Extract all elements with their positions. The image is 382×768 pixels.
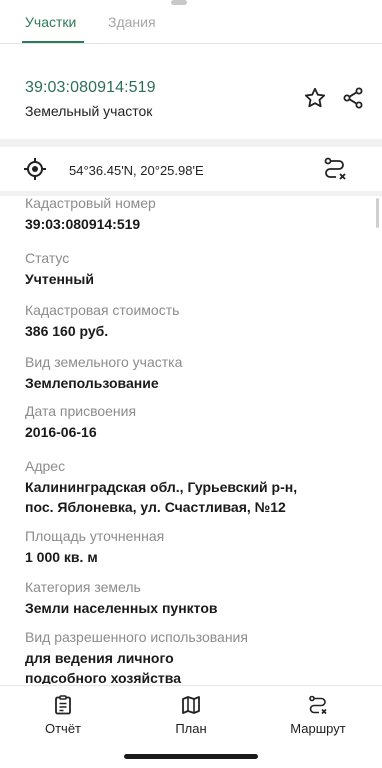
parcel-details: Кадастровый номер 39:03:080914:519 Стату… (25, 194, 370, 684)
field-cadastral-value: Кадастровая стоимость 386 160 руб. (25, 301, 370, 341)
parcel-object-type: Земельный участок (25, 103, 153, 119)
drag-handle[interactable] (171, 0, 187, 5)
scrollbar[interactable] (376, 198, 379, 228)
parcel-cadastral-number[interactable]: 39:03:080914:519 (25, 79, 156, 97)
home-indicator[interactable] (124, 754, 258, 759)
field-value[interactable]: 39:03:080914:519 (25, 214, 370, 234)
route-icon (309, 695, 327, 715)
field-parcel-kind: Вид земельного участка Землепользование (25, 353, 370, 393)
field-status: Статус Учтенный (25, 249, 370, 289)
field-cadastral-number: Кадастровый номер 39:03:080914:519 (25, 194, 370, 234)
field-label: Площадь уточненная (25, 528, 165, 544)
field-value: 386 160 руб. (25, 323, 109, 339)
coordinates-text[interactable]: 54°36.45'N, 20°25.98'E (69, 163, 204, 178)
field-value-line: для ведения личного (25, 650, 174, 666)
field-value: Землепользование (25, 375, 159, 391)
field-value: Земли населенных пунктов (25, 600, 218, 616)
field-value: 1 000 кв. м (25, 549, 98, 565)
map-icon (182, 696, 200, 714)
nav-label: Маршрут (290, 721, 346, 736)
nav-label: План (175, 721, 207, 736)
share-icon (343, 87, 363, 109)
nav-label: Отчёт (44, 721, 82, 736)
field-label: Статус (25, 250, 70, 266)
field-label: Кадастровая стоимость (25, 302, 180, 318)
field-label: Дата присвоения (25, 403, 137, 419)
favorite-button[interactable] (301, 84, 329, 112)
section-divider (0, 139, 382, 147)
coordinates-row: 54°36.45'N, 20°25.98'E (0, 147, 382, 191)
field-address: Адрес Калининградская обл., Гурьевский р… (25, 457, 370, 517)
report-icon (55, 695, 71, 715)
star-icon (304, 87, 326, 108)
field-value: 2016-06-16 (25, 424, 97, 440)
field-label: Кадастровый номер (25, 195, 156, 211)
nav-plan-button[interactable]: План (146, 694, 236, 738)
tab-parcels[interactable]: Участки (25, 14, 76, 30)
field-value: Учтенный (25, 271, 94, 287)
field-refined-area: Площадь уточненная 1 000 кв. м (25, 527, 370, 567)
route-clear-icon (324, 157, 346, 180)
nav-route-button[interactable]: Маршрут (273, 694, 363, 738)
field-label: Вид земельного участка (25, 354, 183, 370)
field-value-line[interactable]: пос. Яблоневка, ул. Счастливая, №12 (25, 497, 370, 517)
crosshair-icon (24, 158, 46, 180)
nav-report-button[interactable]: Отчёт (18, 694, 108, 738)
field-land-category: Категория земель Земли населенных пункто… (25, 578, 370, 618)
route-clear-button[interactable] (321, 155, 349, 188)
field-value-line: подсобного хозяйства (25, 670, 181, 684)
tab-buildings[interactable]: Здания (108, 14, 156, 30)
field-value-line[interactable]: Калининградская обл., Гурьевский р-н, (25, 477, 370, 497)
tab-bar: Участки Здания (0, 0, 382, 44)
field-permitted-use: Вид разрешенного использования для веден… (25, 628, 370, 684)
active-tab-indicator (22, 41, 84, 43)
locate-button[interactable] (22, 156, 48, 187)
share-button[interactable] (339, 84, 367, 112)
field-label: Вид разрешенного использования (25, 629, 248, 645)
field-label: Адрес (25, 458, 66, 474)
field-label: Категория земель (25, 579, 141, 595)
field-assignment-date: Дата присвоения 2016-06-16 (25, 402, 370, 442)
